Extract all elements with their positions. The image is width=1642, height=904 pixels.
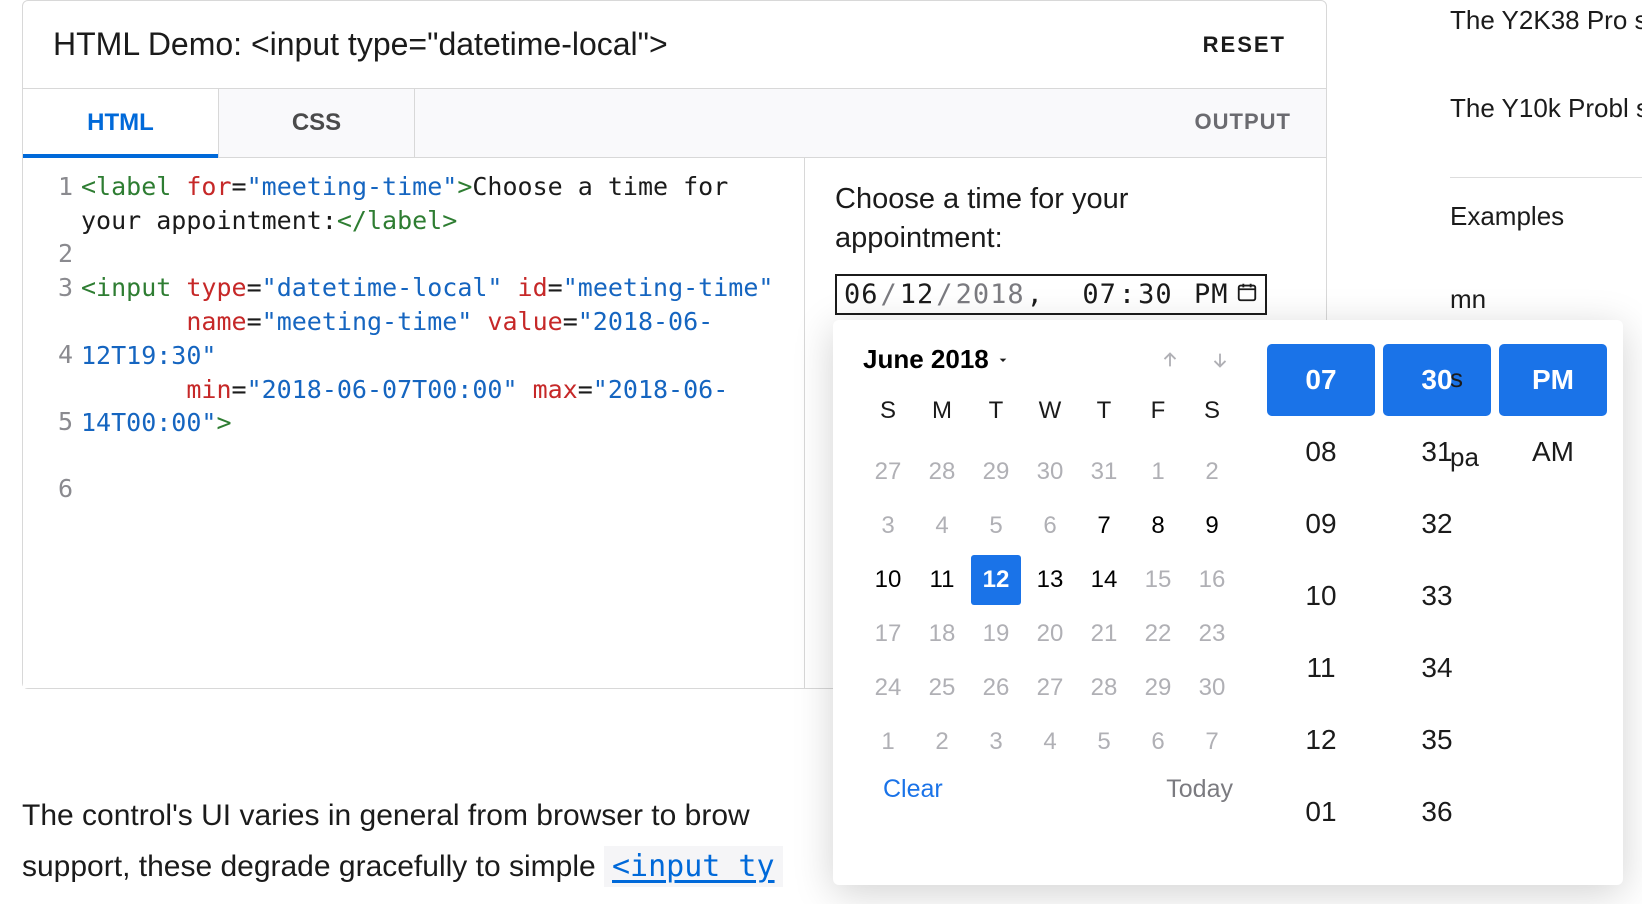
dt-year[interactable]: 2018	[956, 279, 1025, 310]
reset-button[interactable]: RESET	[1203, 32, 1286, 58]
toc-item[interactable]: The Y10k Probl side)	[1450, 88, 1642, 128]
calendar-day: 5	[971, 501, 1021, 551]
calendar-day: 29	[1133, 663, 1183, 713]
dt-ampm[interactable]: PM	[1194, 279, 1229, 310]
calendar-day: 27	[1025, 663, 1075, 713]
tab-html[interactable]: HTML	[23, 89, 219, 157]
calendar-day: 24	[863, 663, 913, 713]
calendar-dow: W	[1025, 397, 1075, 443]
calendar-day: 4	[917, 501, 967, 551]
calendar-day: 2	[1187, 447, 1237, 497]
calendar-dow: F	[1133, 397, 1183, 443]
minute-option[interactable]: 33	[1383, 560, 1491, 632]
hour-option[interactable]: 11	[1267, 632, 1375, 704]
calendar-day: 1	[1133, 447, 1183, 497]
calendar-day[interactable]: 12	[971, 555, 1021, 605]
hour-option[interactable]: 07	[1267, 344, 1375, 416]
input-type-link[interactable]: <input ty	[604, 846, 783, 887]
calendar-day: 16	[1187, 555, 1237, 605]
hour-option[interactable]: 10	[1267, 560, 1375, 632]
dt-day[interactable]: 12	[900, 279, 935, 310]
form-label: Choose a time for your appointment:	[835, 180, 1296, 258]
calendar-day: 4	[1025, 717, 1075, 767]
calendar-day: 20	[1025, 609, 1075, 659]
calendar-day[interactable]: 14	[1079, 555, 1129, 605]
calendar-day: 27	[863, 447, 913, 497]
calendar-day: 2	[917, 717, 967, 767]
calendar-grid: SMTWTFS272829303112345678910111213141516…	[863, 397, 1243, 767]
calendar-dow: T	[971, 397, 1021, 443]
calendar-day: 30	[1025, 447, 1075, 497]
calendar-day: 15	[1133, 555, 1183, 605]
calendar-dow: S	[1187, 397, 1237, 443]
calendar-day: 25	[917, 663, 967, 713]
hour-option[interactable]: 09	[1267, 488, 1375, 560]
hour-option[interactable]: 08	[1267, 416, 1375, 488]
calendar-day: 17	[863, 609, 913, 659]
prev-month-button[interactable]	[1157, 347, 1183, 373]
calendar-day: 1	[863, 717, 913, 767]
panel-title: HTML Demo: <input type="datetime-local">	[53, 26, 668, 63]
calendar-day: 31	[1079, 447, 1129, 497]
calendar-day: 5	[1079, 717, 1129, 767]
calendar-day: 22	[1133, 609, 1183, 659]
calendar-day: 26	[971, 663, 1021, 713]
tab-bar: HTML CSS OUTPUT	[23, 88, 1326, 158]
minute-option[interactable]: 34	[1383, 632, 1491, 704]
minute-option[interactable]: 32	[1383, 488, 1491, 560]
dt-minute[interactable]: 30	[1138, 279, 1173, 310]
calendar-day: 29	[971, 447, 1021, 497]
article-body: The control's UI varies in general from …	[22, 790, 1122, 892]
minute-option[interactable]: 35	[1383, 704, 1491, 776]
panel-header: HTML Demo: <input type="datetime-local">…	[23, 1, 1326, 88]
today-button[interactable]: Today	[1166, 775, 1233, 804]
toc-item[interactable]: The Y2K38 Pro server-side)	[1450, 0, 1642, 40]
calendar-day: 28	[1079, 663, 1129, 713]
calendar-day: 18	[917, 609, 967, 659]
calendar-day[interactable]: 10	[863, 555, 913, 605]
code-content[interactable]: <label for="meeting-time">Choose a time …	[81, 158, 804, 688]
calendar-day: 3	[863, 501, 913, 551]
calendar-day: 28	[917, 447, 967, 497]
code-editor[interactable]: 1 2 3 4 5 6 <label for="meeting-time">Ch…	[23, 158, 805, 688]
calendar-month-select[interactable]: June 2018	[863, 344, 1011, 375]
calendar-day: 7	[1187, 717, 1237, 767]
calendar-dow: M	[917, 397, 967, 443]
chevron-down-icon	[995, 344, 1011, 375]
calendar-day[interactable]: 11	[917, 555, 967, 605]
output-heading: OUTPUT	[1195, 109, 1291, 135]
calendar-dow: T	[1079, 397, 1129, 443]
calendar-day[interactable]: 7	[1079, 501, 1129, 551]
calendar-day: 3	[971, 717, 1021, 767]
tab-css[interactable]: CSS	[219, 89, 415, 157]
dt-hour[interactable]: 07	[1082, 279, 1117, 310]
datetime-input[interactable]: 06/12/2018, 07:30 PM	[835, 274, 1267, 315]
calendar-day[interactable]: 13	[1025, 555, 1075, 605]
toc-item[interactable]: Examples	[1450, 196, 1642, 236]
minute-option[interactable]: 36	[1383, 776, 1491, 848]
line-gutter: 1 2 3 4 5 6	[23, 158, 81, 688]
calendar-day: 23	[1187, 609, 1237, 659]
calendar-icon[interactable]	[1236, 279, 1258, 310]
calendar-day[interactable]: 9	[1187, 501, 1237, 551]
calendar-day: 30	[1187, 663, 1237, 713]
hour-option[interactable]: 12	[1267, 704, 1375, 776]
calendar-dow: S	[863, 397, 913, 443]
hour-option[interactable]: 01	[1267, 776, 1375, 848]
calendar-day: 6	[1025, 501, 1075, 551]
dt-month[interactable]: 06	[844, 279, 879, 310]
calendar-day: 6	[1133, 717, 1183, 767]
hour-column[interactable]: 07080910111201	[1267, 344, 1375, 885]
next-month-button[interactable]	[1207, 347, 1233, 373]
calendar-day: 21	[1079, 609, 1129, 659]
calendar-day[interactable]: 8	[1133, 501, 1183, 551]
calendar-day: 19	[971, 609, 1021, 659]
toc-sidebar: The Y2K38 Pro server-side) The Y10k Prob…	[1450, 0, 1642, 473]
